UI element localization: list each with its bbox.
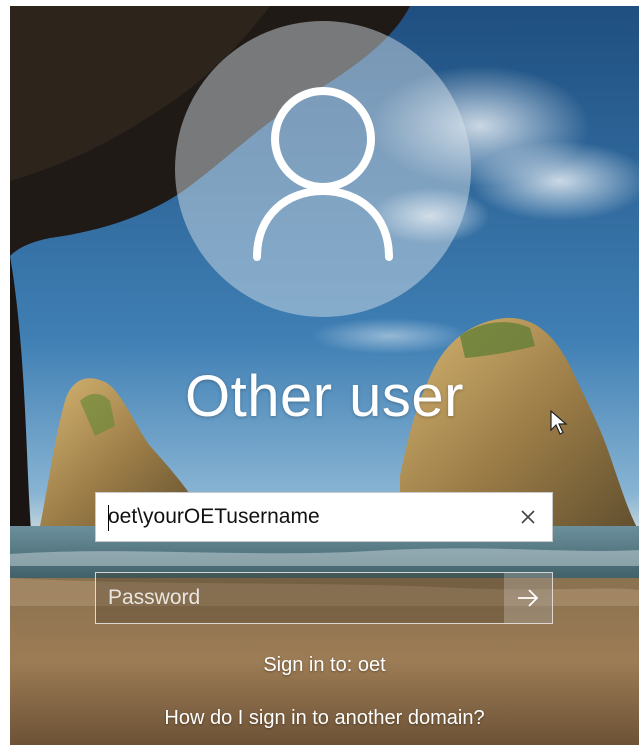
username-field[interactable]	[95, 492, 553, 542]
clear-button[interactable]	[516, 505, 540, 529]
other-domain-link[interactable]: How do I sign in to another domain?	[10, 707, 639, 730]
text-caret	[108, 505, 109, 531]
password-field[interactable]	[95, 572, 553, 624]
lock-screen: Other user Sign in to: oet How do I sign…	[10, 6, 639, 745]
username-input[interactable]	[96, 493, 496, 541]
mouse-pointer-icon	[550, 410, 568, 435]
close-icon	[521, 510, 535, 524]
user-name-title: Other user	[185, 364, 464, 429]
submit-button[interactable]	[504, 573, 552, 623]
user-silhouette-icon	[253, 87, 393, 261]
arrow-right-icon	[518, 589, 539, 607]
password-input[interactable]	[96, 573, 504, 623]
sign-in-domain-label: Sign in to: oet	[263, 654, 386, 676]
user-avatar	[175, 21, 471, 317]
